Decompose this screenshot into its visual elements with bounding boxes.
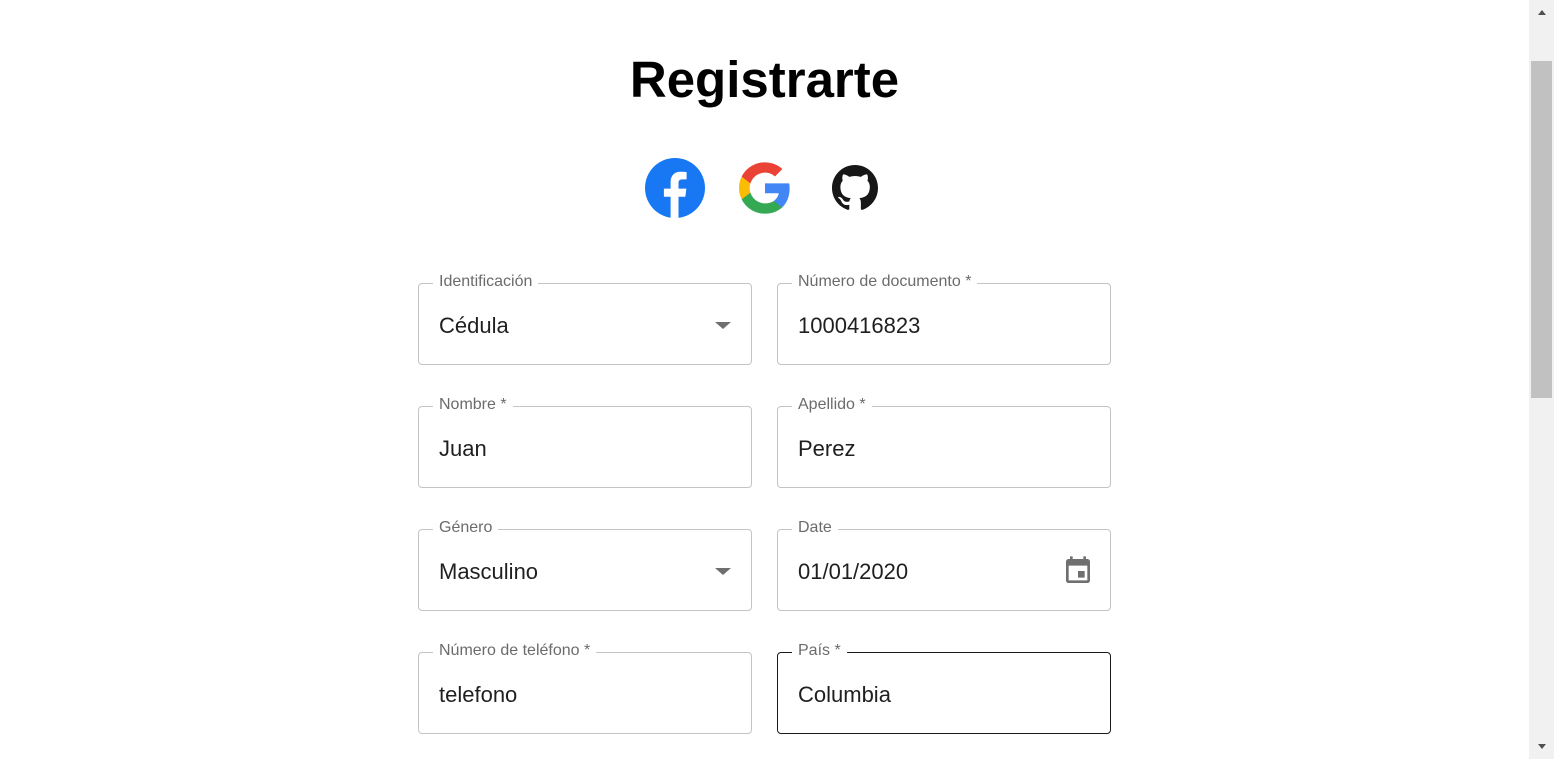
chevron-down-icon[interactable] (715, 322, 731, 329)
registration-content: Registrarte Identificación Cédula Número… (0, 0, 1529, 759)
github-login-button[interactable] (825, 158, 885, 218)
scroll-up-button[interactable] (1529, 0, 1554, 25)
telefono-label: Número de teléfono * (433, 641, 597, 661)
apellido-label: Apellido * (792, 395, 872, 415)
pais-input[interactable]: País * Columbia (777, 641, 1111, 734)
vertical-scrollbar[interactable] (1529, 0, 1554, 759)
facebook-icon (645, 158, 705, 218)
genero-select[interactable]: Género Masculino (418, 518, 752, 611)
nombre-label: Nombre * (433, 395, 513, 415)
telefono-value: telefono (439, 682, 518, 707)
scroll-down-button[interactable] (1529, 734, 1554, 759)
calendar-icon[interactable] (1062, 554, 1094, 588)
telefono-input[interactable]: Número de teléfono * telefono (418, 641, 752, 734)
page: Registrarte Identificación Cédula Número… (0, 0, 1554, 759)
chevron-down-icon[interactable] (715, 568, 731, 575)
arrow-up-icon (1537, 10, 1546, 15)
nombre-value: Juan (439, 436, 487, 461)
date-value: 01/01/2020 (798, 559, 909, 584)
social-login-row (0, 158, 1529, 218)
numero-documento-label: Número de documento * (792, 272, 978, 292)
google-login-button[interactable] (735, 158, 795, 218)
genero-value: Masculino (439, 559, 539, 584)
numero-documento-input[interactable]: Número de documento * 1000416823 (777, 272, 1111, 365)
date-input[interactable]: Date 01/01/2020 (777, 518, 1111, 611)
google-icon (738, 162, 790, 214)
github-icon (832, 165, 879, 210)
pais-label: País * (792, 641, 847, 661)
apellido-input[interactable]: Apellido * Perez (777, 395, 1111, 488)
genero-label: Género (433, 518, 499, 538)
page-title: Registrarte (629, 51, 900, 108)
arrow-down-icon (1537, 744, 1546, 749)
scrollbar-thumb[interactable] (1531, 61, 1552, 398)
pais-value: Columbia (798, 682, 891, 707)
identificacion-select[interactable]: Identificación Cédula (418, 272, 752, 365)
nombre-input[interactable]: Nombre * Juan (418, 395, 752, 488)
date-label: Date (792, 518, 838, 538)
apellido-value: Perez (798, 436, 856, 461)
identificacion-label: Identificación (433, 272, 539, 292)
facebook-login-button[interactable] (645, 158, 705, 218)
identificacion-value: Cédula (439, 313, 509, 338)
numero-documento-value: 1000416823 (798, 313, 921, 338)
